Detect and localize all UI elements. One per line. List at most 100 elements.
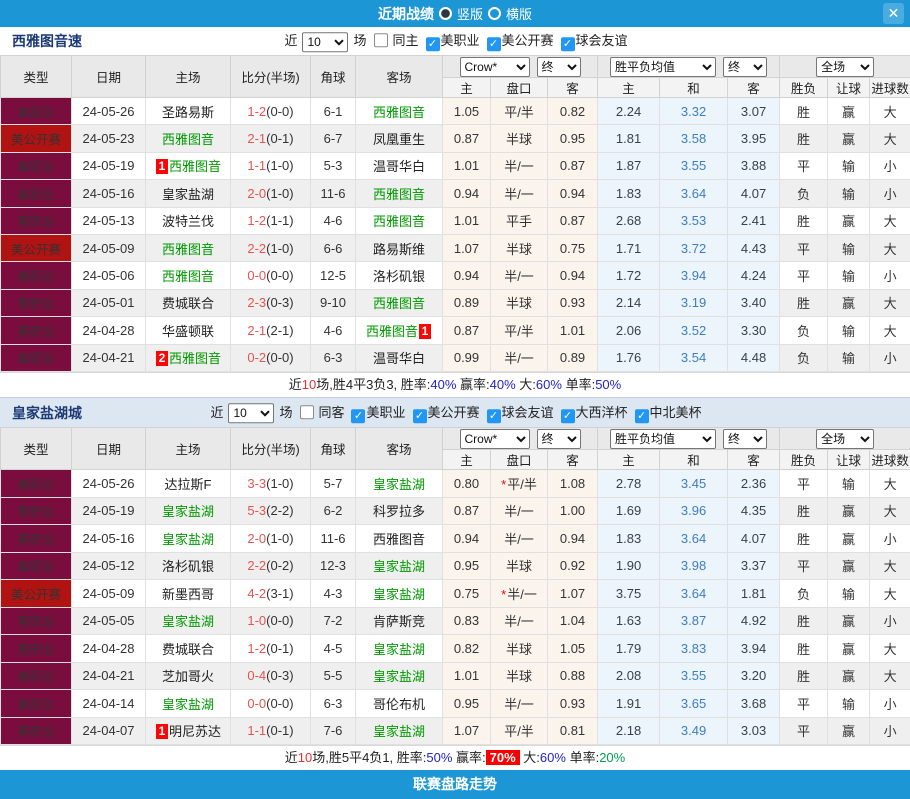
asian-home-odds-cell: 0.87	[442, 496, 491, 525]
euro-final-select[interactable]: 终	[723, 56, 768, 77]
league-filter-checkbox[interactable]	[560, 408, 575, 423]
goals-result-cell: 大	[869, 124, 910, 153]
match-date-cell: 24-05-16	[71, 524, 146, 553]
score-cell: 0-2(0-0)	[230, 343, 311, 373]
home-team-cell: 华盛顿联	[145, 316, 231, 345]
league-filter-checkbox[interactable]	[486, 408, 501, 423]
league-filter-checkbox[interactable]	[486, 37, 501, 52]
league-trend-title: 联赛盘路走势	[413, 776, 497, 792]
team2-same-venue-checkbox[interactable]	[300, 404, 315, 419]
halftime-score: (0-1)	[266, 131, 294, 147]
match-date-cell: 24-05-19	[71, 496, 146, 525]
handicap-result-cell: 赢	[827, 288, 871, 318]
asian-final-select[interactable]: 终	[536, 428, 581, 449]
euro-home-odds-cell: 3.75	[597, 579, 661, 608]
corner-cell: 6-2	[310, 496, 356, 525]
league-type-cell: 美职业	[0, 261, 72, 290]
match-row: 美公开赛 24-05-23 西雅图音 2-1(0-1) 6-7 凤凰重生 0.87 半球 0.9…	[0, 124, 910, 153]
score-cell: 2-2(0-2)	[230, 551, 311, 580]
league-type-cell: 美职业	[0, 469, 72, 498]
odds-company-select[interactable]: Crow*	[459, 428, 530, 449]
asian-away-odds-cell: 0.87	[546, 151, 599, 181]
asian-home-odds-cell: 0.94	[442, 261, 491, 290]
score-cell: 2-3(0-3)	[230, 288, 311, 318]
halftime-score: (1-1)	[266, 213, 294, 229]
handicap-text: 半球	[505, 241, 532, 257]
wdl-result-cell: 负	[779, 316, 829, 345]
euro-draw-odds-cell: 3.55	[659, 661, 729, 690]
asian-final-select[interactable]: 终	[536, 56, 581, 77]
summary-segment: 场,胜4平3负3, 胜率:	[316, 377, 431, 392]
vertical-layout-radio[interactable]	[438, 7, 452, 20]
euro-away-odds-cell: 3.30	[727, 316, 781, 345]
halftime-score: (0-1)	[266, 640, 294, 656]
league-type-cell: 美职业	[0, 179, 72, 208]
euro-final-select[interactable]: 终	[723, 428, 768, 449]
league-filter-label: 美职业	[440, 33, 480, 49]
team2-match-count-select[interactable]: 10	[228, 403, 275, 424]
league-filter-checkbox[interactable]	[351, 408, 366, 423]
home-team-cell: 皇家盐湖	[145, 689, 231, 718]
euro-mean-select[interactable]: 胜平负均值	[610, 56, 717, 77]
scope-select[interactable]: 全场	[816, 56, 875, 77]
wdl-result-cell: 胜	[779, 124, 829, 153]
team1-same-venue-checkbox[interactable]	[374, 33, 389, 48]
close-icon[interactable]: ✕	[883, 3, 904, 24]
asian-home-odds-cell: 0.94	[442, 179, 491, 208]
team-name: 西雅图音	[161, 132, 214, 148]
euro-away-odds-cell: 1.81	[727, 579, 781, 608]
handicap-text: 半球	[505, 559, 532, 575]
col-score: 比分(半场)	[230, 55, 311, 98]
league-filter-checkbox[interactable]	[560, 37, 575, 52]
league-filter-label: 球会友谊	[501, 404, 554, 420]
away-team-cell: 西雅图音	[355, 206, 443, 235]
match-date-cell: 24-04-07	[71, 716, 146, 745]
wdl-result-cell: 胜	[779, 496, 829, 525]
home-team-cell: 皇家盐湖	[145, 179, 231, 208]
scope-select[interactable]: 全场	[816, 428, 875, 449]
col-corner: 角球	[310, 427, 356, 470]
team1-match-count-select[interactable]: 10	[302, 31, 349, 52]
league-filter-checkbox[interactable]	[634, 408, 649, 423]
col-away: 客场	[355, 427, 443, 470]
horizontal-layout-label: 横版	[506, 7, 533, 22]
sub-wdl: 胜负	[779, 449, 829, 470]
handicap-text: 半球	[505, 669, 532, 685]
corner-cell: 4-3	[310, 579, 356, 608]
score-cell: 2-0(1-0)	[230, 179, 311, 208]
halftime-score: (0-0)	[266, 103, 294, 119]
team-name: 科罗拉多	[372, 504, 425, 520]
red-card-badge: 1	[419, 323, 431, 339]
away-team-cell: 西雅图音 1	[355, 316, 443, 345]
asian-odds-group: Crow* 终	[441, 55, 599, 78]
away-team-cell: 科罗拉多	[355, 496, 443, 525]
match-date-cell: 24-04-14	[71, 689, 146, 718]
odds-company-select[interactable]: Crow*	[459, 56, 530, 77]
euro-mean-select[interactable]: 胜平负均值	[610, 428, 717, 449]
sub-asian-away: 客	[546, 449, 599, 470]
goals-result-cell: 小	[869, 151, 910, 181]
handicap-cell: 半/一	[490, 261, 548, 290]
league-trend-bar[interactable]: 联赛盘路走势	[0, 770, 910, 799]
match-date-cell: 24-05-12	[71, 551, 146, 580]
summary-segment: 场,胜5平4负1, 胜率:	[312, 750, 427, 765]
asian-home-odds-cell: 0.95	[442, 689, 491, 718]
league-filter-checkbox[interactable]	[412, 408, 427, 423]
corner-cell: 11-6	[310, 179, 356, 208]
league-type-cell: 美公开赛	[0, 124, 72, 153]
horizontal-layout-radio[interactable]	[488, 7, 501, 20]
handicap-text: 半/一	[504, 696, 534, 712]
score-cell: 5-3(2-2)	[230, 496, 311, 525]
wdl-result-cell: 平	[779, 233, 829, 263]
league-filter-label: 球会友谊	[575, 33, 628, 49]
team2-summary: 近10场,胜5平4负1, 胜率:50% 赢率: 70% 大:60% 单率:20%	[0, 745, 910, 770]
fulltime-score: 2-1	[247, 131, 267, 147]
handicap-text: 半/一	[504, 351, 534, 367]
asian-home-odds-cell: 0.83	[442, 606, 491, 635]
league-type-cell: 美公开赛	[0, 579, 72, 608]
league-filter-checkbox[interactable]	[425, 37, 440, 52]
halftime-score: (0-2)	[266, 558, 294, 574]
col-corner: 角球	[310, 55, 356, 98]
team-name: 皇家盐湖	[161, 504, 214, 520]
asian-home-odds-cell: 0.80	[442, 469, 491, 498]
